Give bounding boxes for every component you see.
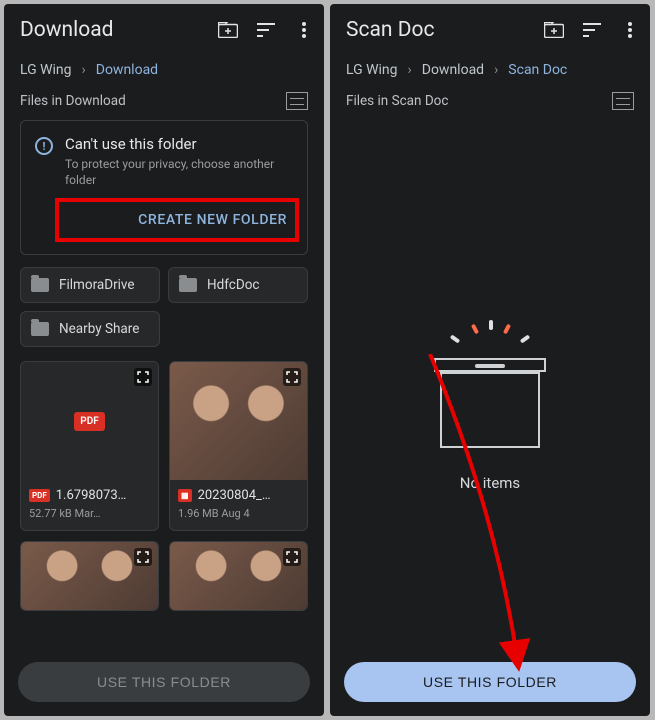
pdf-badge-icon: PDF — [74, 412, 104, 431]
header-actions — [218, 20, 314, 40]
content-area: ! Can't use this folder To protect your … — [4, 120, 324, 650]
file-type-badge: ▦ — [178, 489, 192, 502]
privacy-heading: Can't use this folder — [65, 135, 293, 153]
chevron-right-icon: › — [494, 62, 498, 78]
header-actions — [544, 20, 640, 40]
file-tile[interactable] — [20, 541, 159, 611]
create-folder-highlight: CREATE NEW FOLDER — [55, 198, 299, 242]
bottom-bar: USE THIS FOLDER — [4, 650, 324, 716]
breadcrumb-mid[interactable]: Download — [422, 62, 484, 78]
folder-icon — [31, 322, 49, 336]
no-items-label: No items — [460, 474, 520, 492]
sort-icon[interactable] — [256, 20, 276, 40]
section-header: Files in Download — [4, 92, 324, 120]
folder-name: HdfcDoc — [207, 277, 259, 293]
file-tile[interactable] — [169, 541, 308, 611]
folder-chip[interactable]: HdfcDoc — [168, 267, 308, 303]
breadcrumb: LG Wing › Download › Scan Doc — [330, 56, 650, 92]
info-icon: ! — [35, 137, 53, 155]
folder-name: FilmoraDrive — [59, 277, 135, 293]
folder-chip[interactable]: Nearby Share — [20, 311, 160, 347]
breadcrumb-root[interactable]: LG Wing — [20, 62, 72, 78]
breadcrumb-root[interactable]: LG Wing — [346, 62, 398, 78]
breadcrumb: LG Wing › Download — [4, 56, 324, 92]
use-this-folder-button[interactable]: USE THIS FOLDER — [344, 662, 636, 702]
create-new-folder-button[interactable]: CREATE NEW FOLDER — [130, 208, 295, 232]
sort-icon[interactable] — [582, 20, 602, 40]
file-grid: PDF PDF 1.6798073… 52.77 kB Mar… — [20, 361, 308, 531]
folder-chip[interactable]: FilmoraDrive — [20, 267, 160, 303]
overflow-menu-icon[interactable] — [294, 20, 314, 40]
section-header: Files in Scan Doc — [330, 92, 650, 120]
files-in-label: Files in Download — [20, 93, 126, 109]
privacy-warning-box: ! Can't use this folder To protect your … — [20, 120, 308, 255]
privacy-sub: To protect your privacy, choose another … — [65, 157, 293, 188]
file-tile[interactable]: ▦ 20230804_… 1.96 MB Aug 4 — [169, 361, 308, 531]
breadcrumb-current[interactable]: Download — [96, 62, 158, 78]
new-folder-icon[interactable] — [544, 20, 564, 40]
fullscreen-icon[interactable] — [134, 548, 152, 566]
new-folder-icon[interactable] — [218, 20, 238, 40]
view-toggle-icon[interactable] — [612, 92, 634, 110]
fullscreen-icon[interactable] — [134, 368, 152, 386]
bottom-bar: USE THIS FOLDER — [330, 650, 650, 716]
file-name: 1.6798073… — [56, 488, 127, 503]
view-toggle-icon[interactable] — [286, 92, 308, 110]
file-picker-scan-doc: Scan Doc LG Wing › Download › Scan Doc F… — [330, 4, 650, 716]
fullscreen-icon[interactable] — [283, 548, 301, 566]
file-thumbnail — [170, 362, 307, 480]
folder-name: Nearby Share — [59, 321, 139, 337]
file-tile[interactable]: PDF PDF 1.6798073… 52.77 kB Mar… — [20, 361, 159, 531]
page-title: Download — [20, 18, 218, 42]
folder-grid: FilmoraDrive HdfcDoc Nearby Share — [20, 267, 308, 347]
folder-icon — [179, 278, 197, 292]
folder-icon — [31, 278, 49, 292]
use-this-folder-button: USE THIS FOLDER — [18, 662, 310, 702]
header: Scan Doc — [330, 4, 650, 56]
file-meta: 52.77 kB Mar… — [29, 507, 150, 520]
page-title: Scan Doc — [346, 18, 544, 42]
file-thumbnail — [21, 542, 158, 610]
chevron-right-icon: › — [408, 62, 412, 78]
overflow-menu-icon[interactable] — [620, 20, 640, 40]
header: Download — [4, 4, 324, 56]
file-type-badge: PDF — [29, 489, 50, 502]
empty-box-icon — [425, 328, 555, 448]
fullscreen-icon[interactable] — [283, 368, 301, 386]
file-thumbnail: PDF — [21, 362, 158, 480]
breadcrumb-current[interactable]: Scan Doc — [508, 62, 567, 78]
empty-state: No items — [330, 120, 650, 650]
file-grid-row2 — [20, 541, 308, 611]
files-in-label: Files in Scan Doc — [346, 93, 448, 109]
file-name: 20230804_… — [198, 488, 271, 503]
chevron-right-icon: › — [82, 62, 86, 78]
file-meta: 1.96 MB Aug 4 — [178, 507, 299, 520]
file-thumbnail — [170, 542, 307, 610]
file-picker-download: Download LG Wing › Download Files in Dow… — [4, 4, 324, 716]
